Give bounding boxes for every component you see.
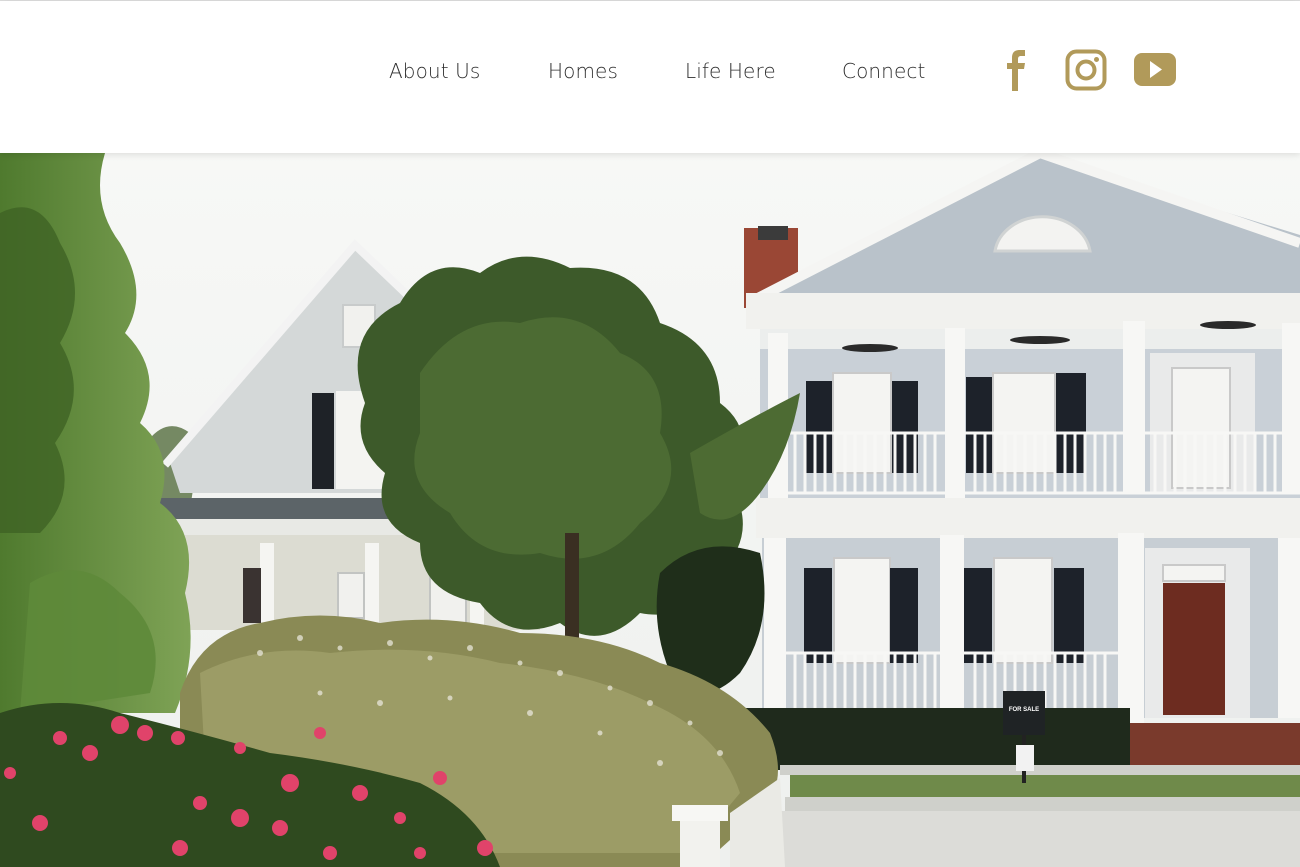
front-door [1163, 583, 1225, 715]
site-header: About Us Homes Life Here Connect [0, 1, 1300, 153]
nav-life-here[interactable]: Life Here [685, 59, 776, 83]
instagram-icon [1065, 49, 1107, 91]
nav-about-us[interactable]: About Us [389, 59, 480, 83]
svg-text:FOR SALE: FOR SALE [1009, 707, 1039, 713]
nav-connect[interactable]: Connect [842, 59, 925, 83]
facebook-link[interactable] [1004, 49, 1030, 91]
youtube-icon [1134, 53, 1176, 86]
youtube-link[interactable] [1134, 53, 1176, 86]
facebook-icon [1007, 50, 1025, 91]
hero-image: FOR SALE [0, 153, 1300, 867]
hero-house-photo: FOR SALE [0, 153, 1300, 867]
instagram-link[interactable] [1065, 49, 1107, 91]
nav-homes[interactable]: Homes [548, 59, 618, 83]
